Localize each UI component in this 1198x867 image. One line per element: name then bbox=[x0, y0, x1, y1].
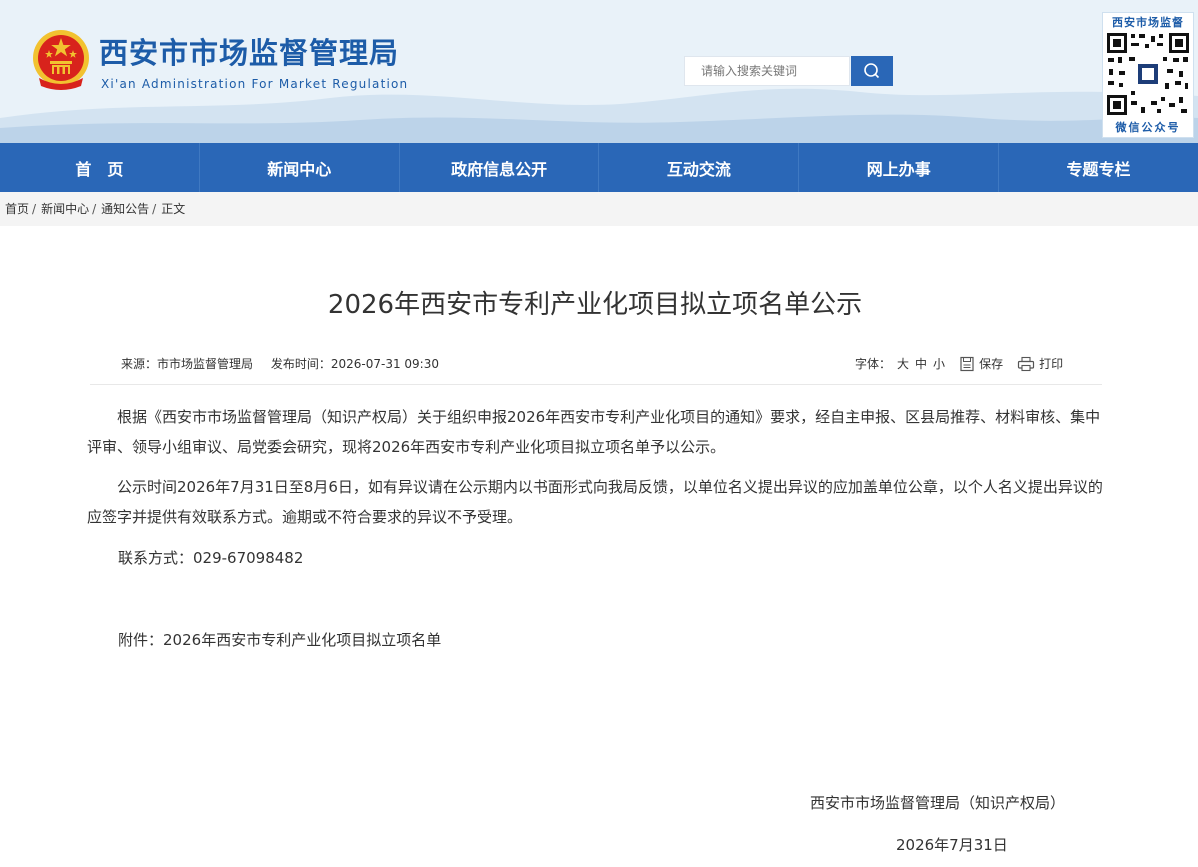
search-input[interactable] bbox=[684, 56, 850, 86]
nav-home[interactable]: 首 页 bbox=[0, 143, 200, 192]
site-header: 西安市市场监督管理局 Xi'an Administration For Mark… bbox=[0, 0, 1198, 143]
search-box bbox=[684, 56, 893, 86]
font-size-label: 字体： bbox=[855, 357, 892, 371]
nav-gov-info[interactable]: 政府信息公开 bbox=[400, 143, 600, 192]
save-icon bbox=[960, 356, 974, 371]
breadcrumb-separator: / bbox=[32, 202, 37, 216]
mountain-backdrop bbox=[0, 88, 1198, 143]
print-button[interactable]: 打印 bbox=[1017, 355, 1063, 372]
search-icon bbox=[864, 63, 880, 79]
article-tools: 字体： 大 中 小 保存 打印 bbox=[855, 355, 1063, 372]
meta-divider bbox=[90, 384, 1102, 385]
print-icon bbox=[1017, 356, 1035, 371]
nav-online-services[interactable]: 网上办事 bbox=[799, 143, 1000, 192]
breadcrumb-separator: / bbox=[92, 202, 97, 216]
site-subtitle: Xi'an Administration For Market Regulati… bbox=[101, 77, 409, 91]
national-emblem-logo bbox=[33, 30, 89, 90]
signature: 西安市市场监督管理局（知识产权局） bbox=[810, 794, 1066, 812]
article-source: 来源：市市场监督管理局 bbox=[121, 357, 254, 371]
site-title: 西安市市场监督管理局 bbox=[99, 36, 400, 70]
nav-interaction[interactable]: 互动交流 bbox=[599, 143, 800, 192]
print-label: 打印 bbox=[1039, 357, 1064, 371]
save-label: 保存 bbox=[979, 357, 1004, 371]
font-size-medium[interactable]: 中 bbox=[915, 355, 927, 372]
attachment-label: 附件： bbox=[118, 631, 164, 649]
article-paragraph-1: 根据《西安市市场监督管理局（知识产权局）关于组织申报2026年西安市专利产业化项… bbox=[87, 408, 1101, 456]
qr-caption-bottom: 微信公众号 bbox=[1115, 121, 1181, 134]
article-publish-time: 发布时间：2026-07-31 09:30 bbox=[270, 357, 439, 371]
save-button[interactable]: 保存 bbox=[959, 355, 1003, 372]
signature-date: 2026年7月31日 bbox=[896, 836, 1008, 854]
article-meta: 来源：市市场监督管理局 发布时间：2026-07-31 09:30 bbox=[121, 355, 453, 372]
qr-caption-top: 西安市场监督 bbox=[1112, 16, 1184, 29]
font-size-large[interactable]: 大 bbox=[897, 355, 909, 372]
attachment-line: 附件：2026年西安市专利产业化项目拟立项名单 bbox=[118, 629, 441, 650]
breadcrumb-notice[interactable]: 通知公告 bbox=[101, 202, 149, 216]
nav-news-center[interactable]: 新闻中心 bbox=[200, 143, 400, 192]
breadcrumb: 首页 / 新闻中心 / 通知公告 / 正文 bbox=[0, 192, 1198, 226]
search-button[interactable] bbox=[851, 56, 893, 86]
breadcrumb-news[interactable]: 新闻中心 bbox=[41, 202, 89, 216]
contact-info: 联系方式：029-67098482 bbox=[118, 549, 304, 567]
article-paragraph-2: 公示时间2026年7月31日至8月6日，如有异议请在公示期内以书面形式向我局反馈… bbox=[87, 478, 1103, 526]
nav-special-topics[interactable]: 专题专栏 bbox=[999, 143, 1198, 192]
qr-code-image bbox=[1105, 31, 1191, 117]
attachment-link[interactable]: 2026年西安市专利产业化项目拟立项名单 bbox=[163, 631, 441, 649]
main-nav: 首 页 新闻中心 政府信息公开 互动交流 网上办事 专题专栏 bbox=[0, 143, 1198, 192]
breadcrumb-home[interactable]: 首页 bbox=[5, 202, 29, 216]
breadcrumb-separator: / bbox=[152, 202, 157, 216]
wechat-qr-card: 西安市场监督 微信公众号 bbox=[1102, 12, 1194, 138]
font-size-small[interactable]: 小 bbox=[933, 355, 945, 372]
breadcrumb-current: 正文 bbox=[161, 202, 186, 216]
article-title: 2026年西安市专利产业化项目拟立项名单公示 bbox=[327, 290, 863, 320]
